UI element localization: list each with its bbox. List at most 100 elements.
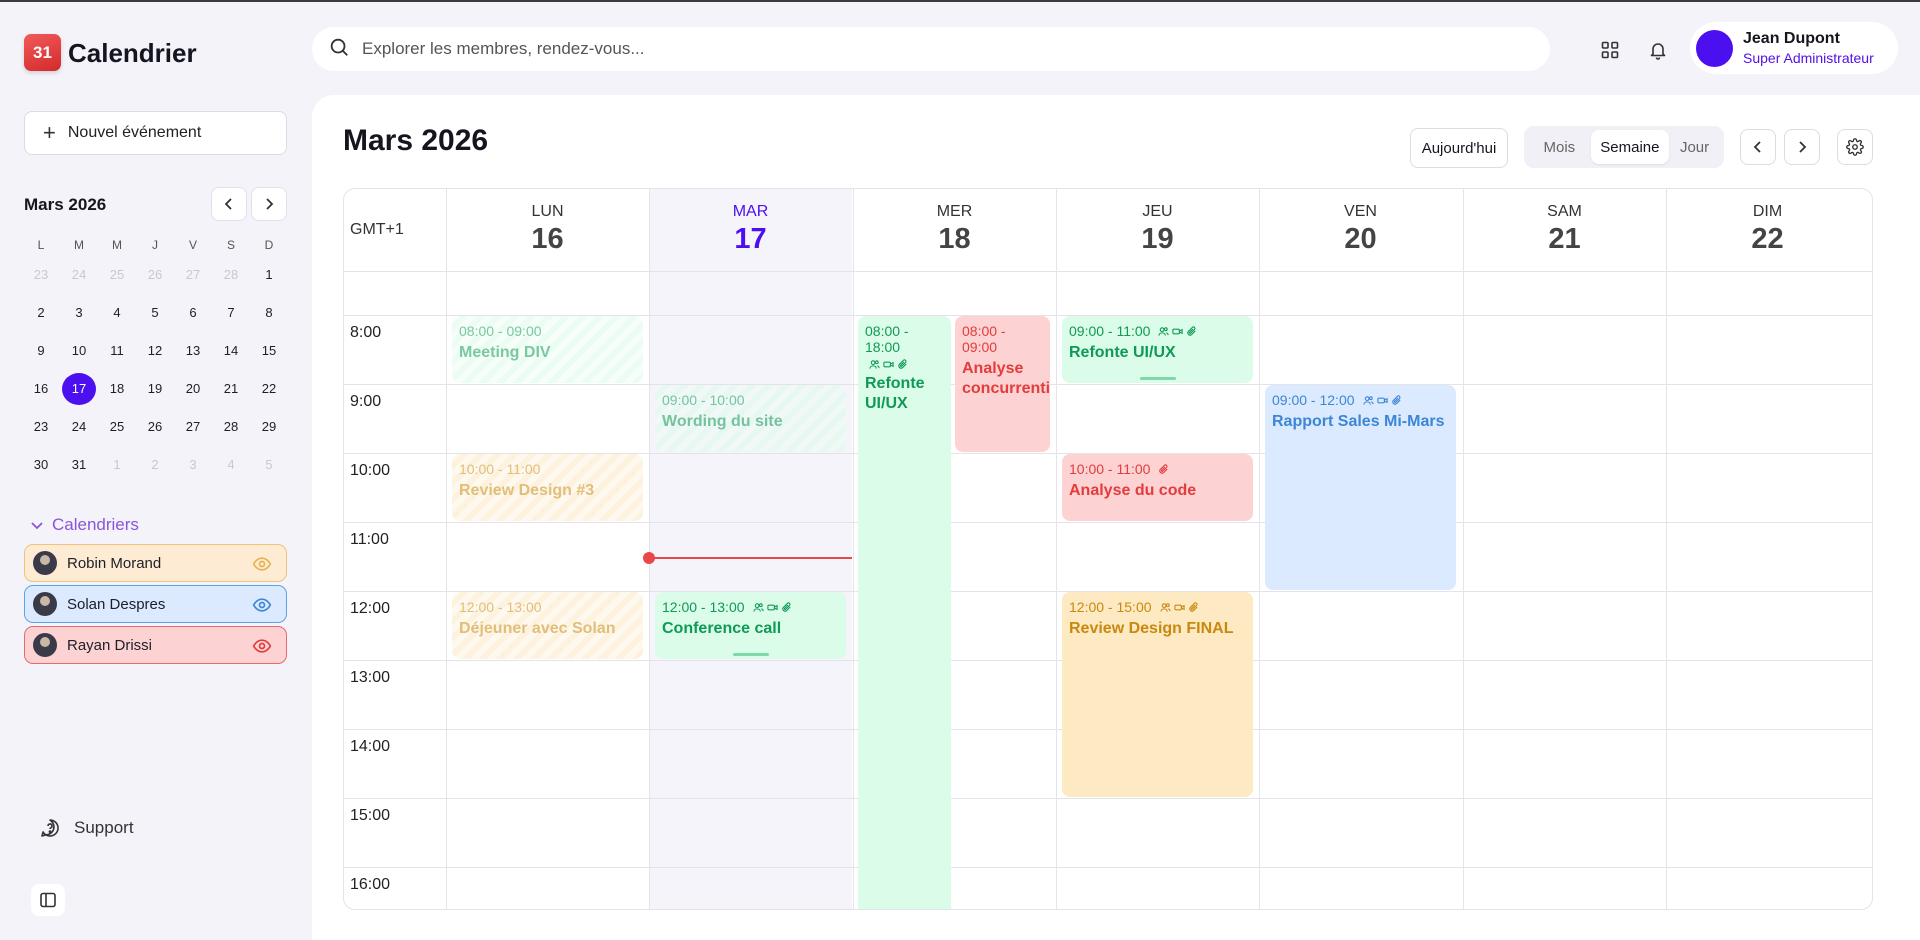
eye-icon[interactable] [252, 595, 272, 615]
day-header[interactable]: LUN 16 [446, 203, 649, 256]
mini-calendar-day[interactable]: 1 [98, 449, 136, 481]
new-event-button[interactable]: + Nouvel événement [24, 111, 287, 155]
eye-icon[interactable] [252, 554, 272, 574]
mini-calendar-day[interactable]: 5 [250, 449, 288, 481]
mini-calendar-day[interactable]: 18 [98, 373, 136, 405]
bell-icon[interactable] [1642, 34, 1674, 66]
event-card[interactable]: 08:00 - 18:00 Refonte UI/UX [858, 316, 951, 909]
mini-calendar-day[interactable]: 9 [22, 335, 60, 367]
day-number: 19 [1141, 223, 1174, 255]
mini-calendar-day[interactable]: 24 [60, 259, 98, 291]
mini-calendar-day[interactable]: 31 [60, 449, 98, 481]
event-card[interactable]: 10:00 - 11:00 Review Design #3 [452, 454, 643, 521]
day-name: JEU [1142, 203, 1173, 220]
mini-calendar-day[interactable]: 23 [22, 411, 60, 443]
resize-handle[interactable] [1139, 377, 1176, 380]
mini-calendar-day[interactable]: 6 [174, 297, 212, 329]
paperclip-icon [781, 601, 791, 612]
mini-calendar-day[interactable]: 25 [98, 411, 136, 443]
mini-calendar-day[interactable]: 26 [136, 411, 174, 443]
event-card[interactable]: 08:00 - 09:00 Meeting DIV [452, 316, 643, 383]
calendar-item[interactable]: Solan Despres [24, 585, 287, 623]
day-column-divider [853, 189, 854, 909]
weekday-label: S [226, 238, 235, 252]
weekday-label: J [152, 238, 158, 252]
mini-calendar-today[interactable]: 17 [62, 373, 96, 405]
mini-calendar-day[interactable]: 25 [98, 259, 136, 291]
calendar-item[interactable]: Robin Morand [24, 544, 287, 582]
day-header[interactable]: VEN 20 [1259, 203, 1462, 256]
resize-handle[interactable] [732, 653, 769, 656]
mini-calendar-day[interactable]: 4 [98, 297, 136, 329]
mini-calendar-day[interactable]: 28 [212, 259, 250, 291]
mini-calendar-day[interactable]: 3 [60, 297, 98, 329]
mini-calendar-day[interactable]: 22 [250, 373, 288, 405]
mini-calendar-day[interactable]: 1 [250, 259, 288, 291]
mini-calendar-day[interactable]: 26 [136, 259, 174, 291]
mini-calendar-day[interactable]: 14 [212, 335, 250, 367]
mini-calendar-day[interactable]: 24 [60, 411, 98, 443]
mini-calendar-day[interactable]: 11 [98, 335, 136, 367]
calendars-section-toggle[interactable]: Calendriers [30, 515, 139, 535]
mini-calendar-day[interactable]: 29 [250, 411, 288, 443]
view-mois-tab[interactable]: Mois [1528, 130, 1591, 164]
mini-calendar-next-button[interactable] [251, 187, 287, 221]
view-jour-tab[interactable]: Jour [1669, 130, 1720, 164]
event-card[interactable]: 10:00 - 11:00 Analyse du code [1062, 454, 1253, 521]
mini-calendar-day[interactable]: 12 [136, 335, 174, 367]
sidebar-collapse-button[interactable] [31, 884, 65, 916]
day-header[interactable]: DIM 22 [1666, 203, 1869, 256]
mini-calendar-day[interactable]: 27 [174, 259, 212, 291]
header-divider [344, 271, 1872, 272]
mini-calendar-day[interactable]: 30 [22, 449, 60, 481]
event-time-text: 08:00 - 09:00 [459, 323, 542, 339]
current-time-line [649, 556, 852, 559]
eye-icon[interactable] [252, 636, 272, 656]
mini-calendar-week: 16 17 18 19 20 21 22 [22, 370, 292, 408]
mini-calendar-day[interactable]: 28 [212, 411, 250, 443]
apps-grid-icon[interactable] [1594, 34, 1626, 66]
mini-calendar-day[interactable]: 2 [136, 449, 174, 481]
day-header[interactable]: SAM 21 [1463, 203, 1666, 256]
day-header[interactable]: MER 18 [853, 203, 1056, 256]
mini-calendar-day[interactable]: 21 [212, 373, 250, 405]
mini-calendar-day[interactable]: 16 [22, 373, 60, 405]
search-bar[interactable] [312, 27, 1550, 71]
mini-calendar-day[interactable]: 19 [136, 373, 174, 405]
people-icon [1158, 326, 1170, 336]
support-link[interactable]: Support [40, 818, 134, 838]
mini-calendar-prev-button[interactable] [211, 187, 247, 221]
mini-calendar-day[interactable]: 13 [174, 335, 212, 367]
day-header[interactable]: JEU 19 [1056, 203, 1259, 256]
mini-calendar-day[interactable]: 27 [174, 411, 212, 443]
search-input[interactable] [362, 39, 1462, 59]
view-semaine-tab[interactable]: Semaine [1590, 130, 1670, 164]
next-week-button[interactable] [1784, 129, 1820, 165]
mini-calendar-day[interactable]: 7 [212, 297, 250, 329]
mini-calendar-day[interactable]: 10 [60, 335, 98, 367]
mini-calendar: L M M J V S D 23 24 25 26 27 28 1 2 3 4 5 6 7 8 9 10 11 12 13 14 15… [22, 234, 292, 484]
mini-calendar-day[interactable]: 20 [174, 373, 212, 405]
mini-calendar-day[interactable]: 15 [250, 335, 288, 367]
event-title: Déjeuner avec Solan [459, 620, 616, 637]
mini-calendar-day[interactable]: 4 [212, 449, 250, 481]
event-card[interactable]: 12:00 - 13:00 Conference call [655, 592, 846, 659]
event-card[interactable]: 09:00 - 10:00 Wording du site [655, 385, 846, 452]
user-menu[interactable]: Jean Dupont Super Administrateur [1690, 22, 1898, 74]
app-title: Calendrier [68, 38, 197, 68]
prev-week-button[interactable] [1740, 129, 1776, 165]
mini-calendar-day[interactable]: 2 [22, 297, 60, 329]
event-card[interactable]: 08:00 - 09:00 Analyse concurrentielle [955, 316, 1050, 452]
mini-calendar-day[interactable]: 3 [174, 449, 212, 481]
today-button[interactable]: Aujourd'hui [1410, 128, 1508, 168]
event-card[interactable]: 09:00 - 12:00 Rapport Sales Mi-Mars [1265, 385, 1456, 590]
settings-button[interactable] [1837, 129, 1873, 165]
day-header[interactable]: MAR 17 [649, 203, 852, 256]
event-card[interactable]: 09:00 - 11:00 Refonte UI/UX [1062, 316, 1253, 383]
event-card[interactable]: 12:00 - 13:00 Déjeuner avec Solan [452, 592, 643, 659]
event-card[interactable]: 12:00 - 15:00 Review Design FINAL [1062, 592, 1253, 797]
mini-calendar-day[interactable]: 5 [136, 297, 174, 329]
calendar-item[interactable]: Rayan Drissi [24, 626, 287, 664]
mini-calendar-day[interactable]: 8 [250, 297, 288, 329]
mini-calendar-day[interactable]: 23 [22, 259, 60, 291]
